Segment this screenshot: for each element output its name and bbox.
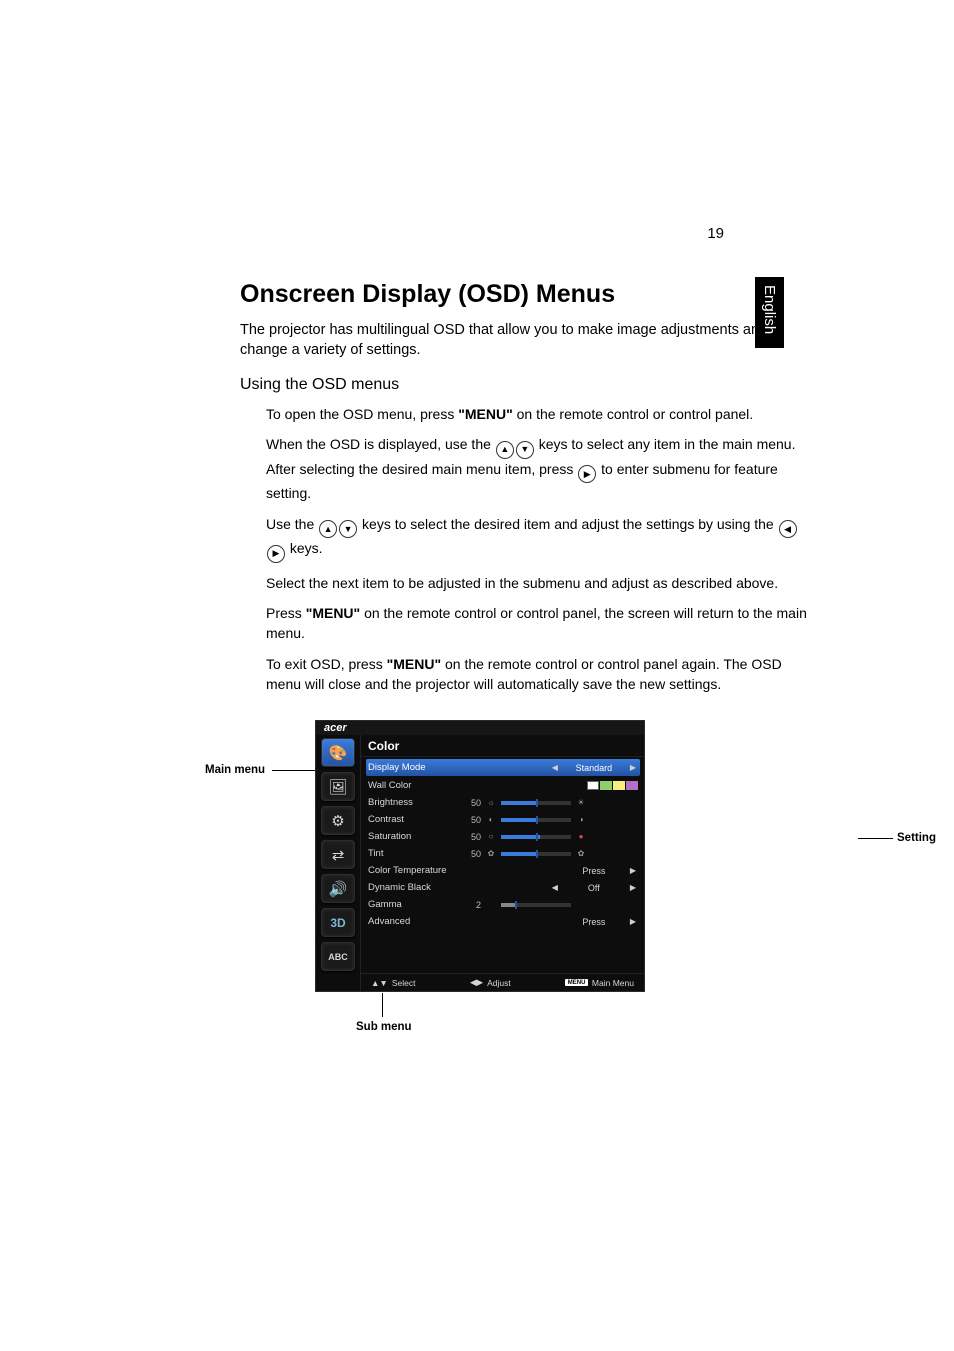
palette-icon: 🎨 [329,744,348,762]
step-4: Select the next item to be adjusted in t… [266,573,814,593]
page-title: Onscreen Display (OSD) Menus [240,280,814,309]
step-5: Press "MENU" on the remote control or co… [266,603,814,644]
step-2: When the OSD is displayed, use the ▲▼ ke… [266,434,814,503]
page-number: 19 [707,225,724,242]
osd-row-gamma[interactable]: Gamma 2 [368,896,638,913]
sidebar-item-image[interactable]: 🖼 [321,772,355,801]
right-arrow-icon[interactable]: ▶ [628,883,638,892]
osd-row-brightness[interactable]: Brightness 50 ☼ ☀ [368,794,638,811]
tint-slider[interactable] [501,852,571,856]
osd-figure: Main menu Setting Sub menu acer 🎨 🖼 ⚙ ⇄ … [220,718,814,1038]
brightness-slider[interactable] [501,801,571,805]
right-icon: ▶ [267,545,285,563]
brightness-high-icon: ☀ [575,798,587,807]
osd-panel-title: Color [361,735,644,757]
right-arrow-icon[interactable]: ▶ [628,917,638,926]
osd-row-color-temp[interactable]: Color Temperature Press▶ [368,862,638,879]
gear-icon: ⚙ [331,812,344,830]
down-icon: ▼ [339,520,357,538]
menu-button-icon: MENU [565,979,588,986]
brightness-low-icon: ☼ [485,798,497,807]
step-1: To open the OSD menu, press "MENU" on th… [266,404,814,424]
leftright-icon: ◀▶ [470,977,483,988]
tint-high-icon: ✿ [575,849,587,858]
osd-sidebar: 🎨 🖼 ⚙ ⇄ 🔊 3D ABC [316,735,361,991]
step-6: To exit OSD, press "MENU" on the remote … [266,654,814,695]
sidebar-item-settings[interactable]: ⚙ [321,806,355,835]
sidebar-item-3d[interactable]: 3D [321,908,355,937]
intro-text: The projector has multilingual OSD that … [240,321,814,360]
left-icon: ◀ [779,520,797,538]
saturation-high-icon: ● [575,832,587,841]
gamma-slider[interactable] [501,903,571,907]
osd-row-contrast[interactable]: Contrast 50 ◐ ◑ [368,811,638,828]
section-heading: Using the OSD menus [240,376,814,394]
osd-row-dynamic-black[interactable]: Dynamic Black ◀Off▶ [368,879,638,896]
language-tab: English [755,277,784,348]
right-arrow-icon[interactable]: ▶ [628,866,638,875]
osd-brand: acer [316,721,644,735]
updown-icon: ▲▼ [371,978,388,988]
contrast-high-icon: ◑ [575,815,587,824]
sidebar-item-language[interactable]: ABC [321,942,355,971]
down-icon: ▼ [516,441,534,459]
image-icon: 🖼 [328,778,347,796]
tint-low-icon: ✿ [485,849,497,858]
osd-window: acer 🎨 🖼 ⚙ ⇄ 🔊 3D ABC Color Display Mode [315,720,645,992]
sidebar-item-audio[interactable]: 🔊 [321,874,355,903]
right-arrow-icon[interactable]: ▶ [628,763,638,772]
osd-row-wall-color[interactable]: Wall Color [368,777,638,794]
wall-color-swatches [587,781,638,790]
up-icon: ▲ [496,441,514,459]
step-3: Use the ▲▼ keys to select the desired it… [266,514,814,563]
speaker-icon: 🔊 [329,880,348,898]
sidebar-item-management[interactable]: ⇄ [321,840,355,869]
left-arrow-icon[interactable]: ◀ [550,883,560,892]
osd-row-tint[interactable]: Tint 50 ✿ ✿ [368,845,638,862]
callout-line [382,993,383,1017]
right-icon: ▶ [578,465,596,483]
sliders-icon: ⇄ [332,846,345,864]
osd-footer: ▲▼Select ◀▶Adjust MENUMain Menu [361,973,644,991]
osd-row-display-mode[interactable]: Display Mode ◀Standard▶ [366,759,640,776]
callout-sub-menu: Sub menu [356,1021,412,1033]
callout-line [272,770,315,771]
up-icon: ▲ [319,520,337,538]
callout-line [858,838,893,839]
callout-setting: Setting [897,832,936,844]
callout-main-menu: Main menu [205,764,265,776]
osd-row-advanced[interactable]: Advanced Press▶ [368,913,638,930]
sidebar-item-color[interactable]: 🎨 [321,738,355,767]
saturation-low-icon: ○ [485,832,497,841]
osd-row-saturation[interactable]: Saturation 50 ○ ● [368,828,638,845]
saturation-slider[interactable] [501,835,571,839]
left-arrow-icon[interactable]: ◀ [550,763,560,772]
contrast-slider[interactable] [501,818,571,822]
contrast-low-icon: ◐ [485,815,497,824]
